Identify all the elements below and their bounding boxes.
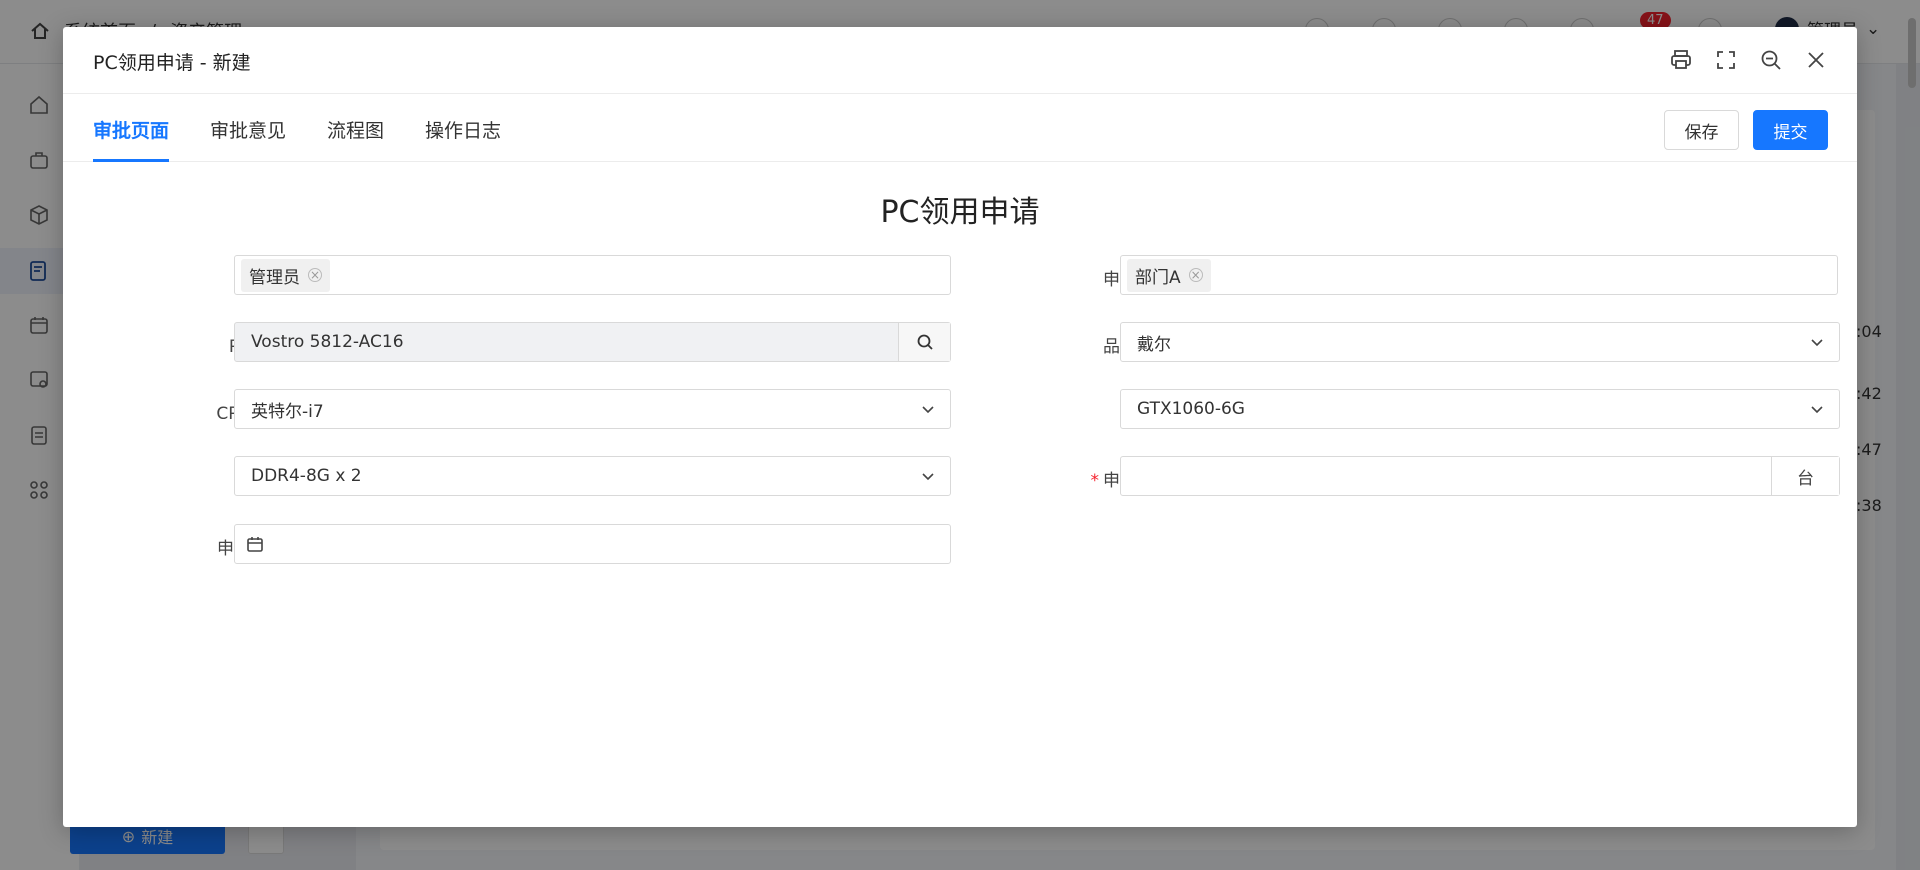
applicant-field[interactable]: 管理员 × <box>234 255 951 295</box>
close-icon[interactable] <box>1804 48 1828 72</box>
save-button[interactable]: 保存 <box>1664 110 1739 150</box>
zoom-out-icon[interactable] <box>1759 48 1783 72</box>
quantity-input[interactable]: 台 <box>1120 456 1840 496</box>
department-tag-text: 部门A <box>1135 267 1181 288</box>
tab-approval-page[interactable]: 审批页面 <box>93 116 170 162</box>
gpu-value: GTX1060-6G <box>1137 399 1245 419</box>
applicant-tag: 管理员 × <box>241 258 330 292</box>
modal-dialog: PC领用申请 - 新建 审批页面 审批意见 流程图 操作日志 保存 提交 PC领… <box>63 27 1857 827</box>
brand-value: 戴尔 <box>1137 334 1171 355</box>
tab-operation-log[interactable]: 操作日志 <box>425 116 501 159</box>
memory-value: DDR4-8G x 2 <box>251 466 362 486</box>
department-tag: 部门A × <box>1127 258 1211 292</box>
remove-tag-icon[interactable]: × <box>308 268 322 282</box>
chevron-down-icon <box>1795 323 1839 361</box>
memory-select[interactable]: DDR4-8G x 2 <box>234 456 951 496</box>
search-icon <box>917 334 933 350</box>
search-button[interactable] <box>898 323 950 361</box>
tab-approval-opinions[interactable]: 审批意见 <box>210 116 286 159</box>
form-title: PC领用申请 <box>880 195 1040 230</box>
chevron-down-icon <box>906 390 950 428</box>
chevron-down-icon <box>906 457 950 495</box>
calendar-icon <box>235 535 275 553</box>
gpu-select[interactable]: GTX1060-6G <box>1120 389 1840 429</box>
apply-time-picker[interactable] <box>234 524 951 564</box>
cpu-select[interactable]: 英特尔-i7 <box>234 389 951 429</box>
print-icon[interactable] <box>1669 48 1693 72</box>
tab-flowchart[interactable]: 流程图 <box>327 116 384 159</box>
applicant-tag-text: 管理员 <box>249 267 300 288</box>
cpu-value: 英特尔-i7 <box>251 401 324 422</box>
required-mark: * <box>1090 471 1100 491</box>
pc-model-field[interactable]: Vostro 5812-AC16 <box>234 322 951 362</box>
brand-select[interactable]: 戴尔 <box>1120 322 1840 362</box>
modal-title: PC领用申请 - 新建 <box>93 52 251 74</box>
remove-tag-icon[interactable]: × <box>1188 268 1203 282</box>
department-field[interactable]: 部门A × <box>1120 255 1838 295</box>
tab-bar: 审批页面 审批意见 流程图 操作日志 保存 提交 <box>63 94 1857 162</box>
pc-model-value: Vostro 5812-AC16 <box>251 332 404 352</box>
chevron-down-icon <box>1795 390 1839 428</box>
submit-button[interactable]: 提交 <box>1753 110 1828 150</box>
modal-header: PC领用申请 - 新建 <box>63 27 1857 94</box>
fullscreen-icon[interactable] <box>1714 48 1738 72</box>
quantity-unit: 台 <box>1771 457 1839 495</box>
